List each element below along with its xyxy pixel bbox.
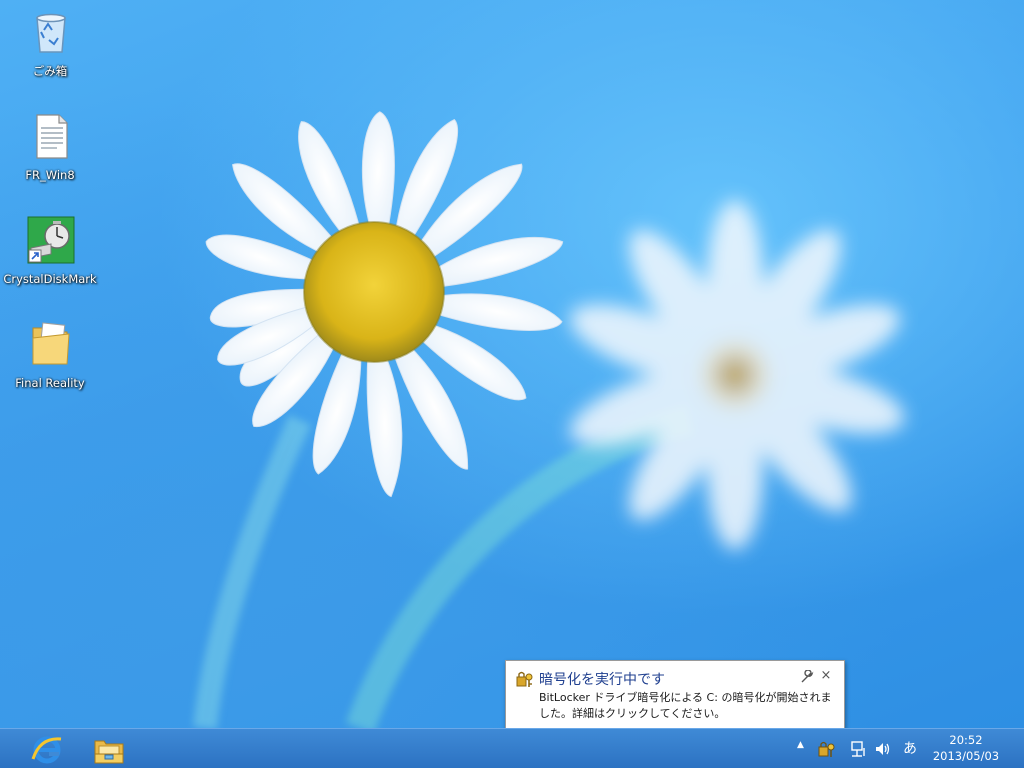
desktop-icon-recycle-bin[interactable]: ごみ箱 <box>0 8 100 98</box>
bitlocker-tray-icon[interactable] <box>818 739 836 759</box>
bitlocker-key-icon <box>516 671 533 687</box>
clock-date: 2013/05/03 <box>932 749 1000 763</box>
close-icon[interactable]: × <box>819 668 833 684</box>
text-document-icon <box>36 114 68 159</box>
internet-explorer-icon <box>31 736 62 764</box>
recycle-bin-icon <box>36 13 66 53</box>
network-icon[interactable] <box>850 739 868 759</box>
speaker-volume-icon[interactable] <box>874 739 892 759</box>
file-explorer-icon <box>94 740 124 764</box>
bitlocker-notification-balloon[interactable]: 暗号化を実行中です × BitLocker ドライブ暗号化による C: の暗号化… <box>505 660 845 728</box>
desktop-icon-label: FR_Win8 <box>25 168 75 182</box>
desktop-icon-label: Final Reality <box>15 376 85 390</box>
system-clock[interactable]: 20:52 2013/05/03 <box>924 732 1008 764</box>
show-hidden-icons-button[interactable]: ▲ <box>797 740 804 760</box>
taskbar: ▲ あ 20:52 2013/05/03 <box>0 728 1024 768</box>
taskbar-button-internet-explorer[interactable] <box>16 731 76 767</box>
desktop-icon-label: ごみ箱 <box>32 64 68 78</box>
taskbar-button-file-explorer[interactable] <box>78 731 138 767</box>
desktop-icon-label: CrystalDiskMark <box>3 272 97 286</box>
desktop-icon-final-reality[interactable]: Final Reality <box>0 320 100 410</box>
notification-title: 暗号化を実行中です <box>539 672 665 688</box>
desktop-icon-crystaldiskmark[interactable]: CrystalDiskMark <box>0 216 100 306</box>
notification-body: BitLocker ドライブ暗号化による C: の暗号化が開始されました。詳細は… <box>539 691 832 720</box>
folder-icon <box>32 322 70 365</box>
crystaldiskmark-shortcut-icon <box>27 216 75 264</box>
clock-time: 20:52 <box>949 733 983 747</box>
ime-mode-indicator[interactable]: あ <box>901 738 919 758</box>
desktop[interactable]: ごみ箱 FR_Win8 CrystalDiskMark Final Realit… <box>0 0 1024 728</box>
desktop-icon-fr-win8[interactable]: FR_Win8 <box>0 112 100 202</box>
wallpaper-daisy-image <box>193 111 905 728</box>
wrench-icon[interactable] <box>800 670 814 684</box>
